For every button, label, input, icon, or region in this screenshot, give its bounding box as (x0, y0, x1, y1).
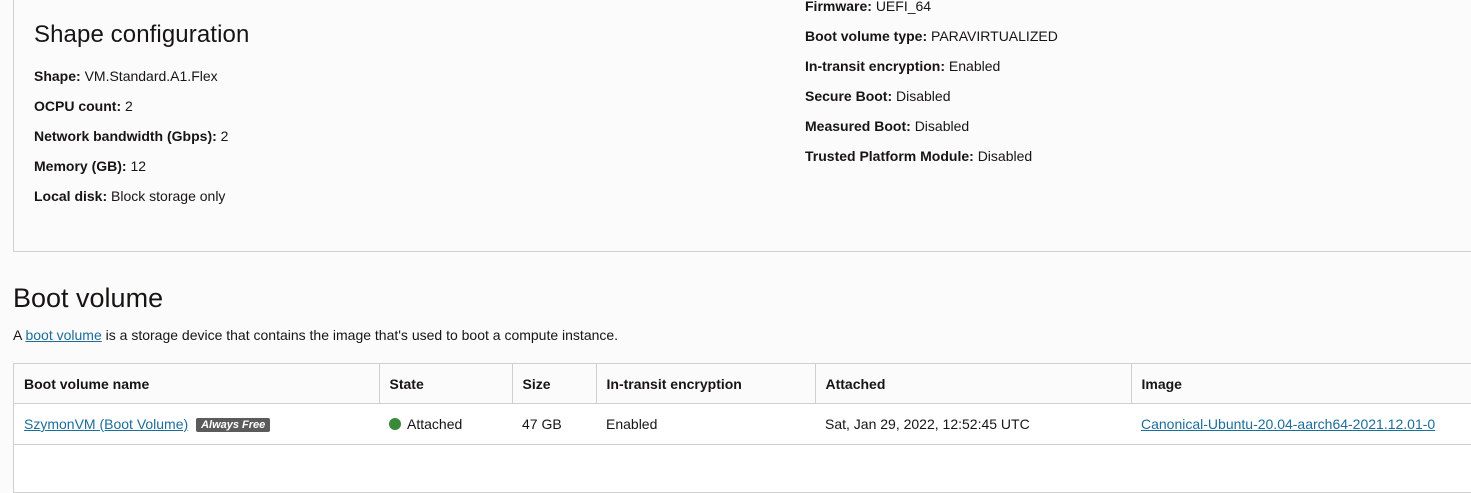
image-link[interactable]: Canonical-Ubuntu-20.04-aarch64-2021.12.0… (1141, 416, 1435, 432)
boot-volume-title: Boot volume (13, 283, 164, 313)
state-text: Attached (407, 416, 463, 432)
field-value: Block storage only (111, 188, 226, 204)
field-value: Disabled (914, 118, 970, 134)
field-value: Disabled (896, 88, 951, 104)
field-label: Shape: (34, 68, 81, 84)
field-label: In-transit encryption: (805, 58, 946, 74)
field-label: Trusted Platform Module: (805, 148, 974, 164)
field-value: Enabled (948, 58, 1001, 74)
column-header-image: Image (1131, 364, 1471, 404)
status-dot-icon (389, 418, 401, 430)
description-prefix: A (13, 327, 22, 343)
field-firmware: Firmware: UEFI_64 (805, 0, 931, 15)
table-row: SzymonVM (Boot Volume) Always Free Attac… (14, 403, 1471, 445)
shape-configuration-title: Shape configuration (34, 21, 250, 48)
field-trusted-platform-module: Trusted Platform Module: Disabled (805, 147, 1032, 165)
field-value: Disabled (977, 148, 1033, 164)
field-value: PARAVIRTUALIZED (931, 28, 1058, 44)
table-header-row: Boot volume name State Size In-transit e… (14, 364, 1471, 404)
field-in-transit-encryption: In-transit encryption: Enabled (805, 57, 1000, 75)
field-ocpu-count: OCPU count: 2 (34, 97, 133, 115)
field-label: OCPU count: (34, 98, 122, 114)
field-label: Local disk: (34, 188, 108, 204)
field-value: 12 (130, 158, 147, 174)
field-value: UEFI_64 (875, 0, 932, 14)
field-network-bandwidth: Network bandwidth (Gbps): 2 (34, 127, 228, 145)
cell-size: 47 GB (512, 403, 596, 445)
field-label: Firmware: (805, 0, 872, 14)
column-header-in-transit-encryption: In-transit encryption (596, 364, 816, 404)
field-label: Measured Boot: (805, 118, 911, 134)
field-local-disk: Local disk: Block storage only (34, 187, 225, 205)
cell-attached: Sat, Jan 29, 2022, 12:52:45 UTC (815, 403, 1131, 445)
field-memory: Memory (GB): 12 (34, 157, 146, 175)
description-suffix: is a storage device that contains the im… (105, 327, 619, 343)
column-header-state: State (379, 364, 513, 404)
field-measured-boot: Measured Boot: Disabled (805, 117, 969, 135)
always-free-badge: Always Free (196, 418, 271, 432)
field-label: Network bandwidth (Gbps): (34, 128, 217, 144)
field-boot-volume-type: Boot volume type: PARAVIRTUALIZED (805, 27, 1058, 45)
field-label: Boot volume type: (805, 28, 928, 44)
boot-volume-name-link[interactable]: SzymonVM (Boot Volume) (24, 416, 188, 432)
field-value: 2 (125, 98, 133, 114)
column-header-attached: Attached (815, 364, 1132, 404)
column-header-size: Size (512, 364, 597, 404)
boot-volume-help-link[interactable]: boot volume (25, 327, 101, 343)
column-header-boot-volume-name: Boot volume name (14, 364, 380, 404)
cell-in-transit-encryption: Enabled (596, 403, 815, 445)
field-value: 2 (220, 128, 229, 144)
boot-volume-table: Boot volume name State Size In-transit e… (13, 363, 1471, 493)
boot-volume-description: A boot volume is a storage device that c… (13, 326, 618, 344)
field-shape: Shape: VM.Standard.A1.Flex (34, 67, 218, 85)
field-label: Memory (GB): (34, 158, 127, 174)
cell-image: Canonical-Ubuntu-20.04-aarch64-2021.12.0… (1131, 403, 1471, 445)
field-secure-boot: Secure Boot: Disabled (805, 87, 951, 105)
field-label: Secure Boot: (805, 88, 893, 104)
field-value: VM.Standard.A1.Flex (84, 68, 218, 84)
cell-boot-volume-name: SzymonVM (Boot Volume) Always Free (14, 403, 379, 445)
cell-state: Attached (379, 403, 512, 445)
